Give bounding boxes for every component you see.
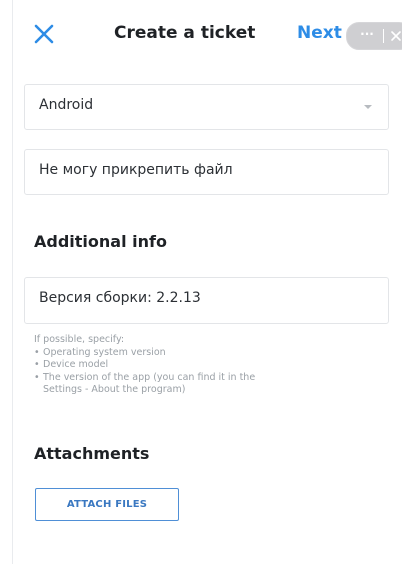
- chevron-down-icon: [364, 105, 372, 109]
- bullet: •: [34, 346, 40, 358]
- hint-item-label: Operating system version: [43, 346, 166, 358]
- subject-value: Не могу прикрепить файл: [39, 162, 233, 178]
- hint-intro: If possible, specify:: [34, 334, 125, 345]
- additional-info-heading: Additional info: [34, 232, 167, 251]
- hint-item-continuation: Settings - About the program): [43, 384, 186, 395]
- bullet: •: [34, 359, 40, 370]
- hint-item-label: The version of the app (you can find it …: [43, 371, 256, 383]
- additional-info-field[interactable]: Версия сборки: 2.2.13: [24, 277, 389, 324]
- additional-info-hint: If possible, specify: • Operating system …: [34, 334, 334, 397]
- subject-field[interactable]: Не могу прикрепить файл: [24, 149, 389, 195]
- additional-info-value: Версия сборки: 2.2.13: [39, 290, 201, 306]
- capsule-close-button[interactable]: [387, 26, 402, 46]
- next-button[interactable]: Next: [297, 23, 342, 43]
- close-icon: [391, 31, 401, 41]
- platform-select[interactable]: Android: [24, 84, 389, 130]
- close-button[interactable]: [32, 22, 58, 48]
- hint-item-os-version: • Operating system version: [34, 347, 334, 360]
- attachments-heading: Attachments: [34, 444, 150, 463]
- more-icon: ···: [360, 27, 374, 41]
- bullet: •: [34, 371, 40, 383]
- hint-item-device-model: • Device model: [34, 359, 334, 372]
- platform-value: Android: [39, 97, 94, 113]
- close-icon: [34, 24, 54, 44]
- page-title: Create a ticket: [114, 23, 256, 43]
- header: Create a ticket Next ···: [12, 18, 402, 52]
- mini-program-capsule: ···: [346, 22, 402, 50]
- hint-item-app-version: • The version of the app (you can find it…: [34, 372, 334, 385]
- attach-files-button[interactable]: ATTACH FILES: [35, 488, 179, 521]
- hint-item-label: Device model: [43, 359, 109, 370]
- capsule-divider: [383, 29, 384, 43]
- more-button[interactable]: ···: [353, 23, 381, 49]
